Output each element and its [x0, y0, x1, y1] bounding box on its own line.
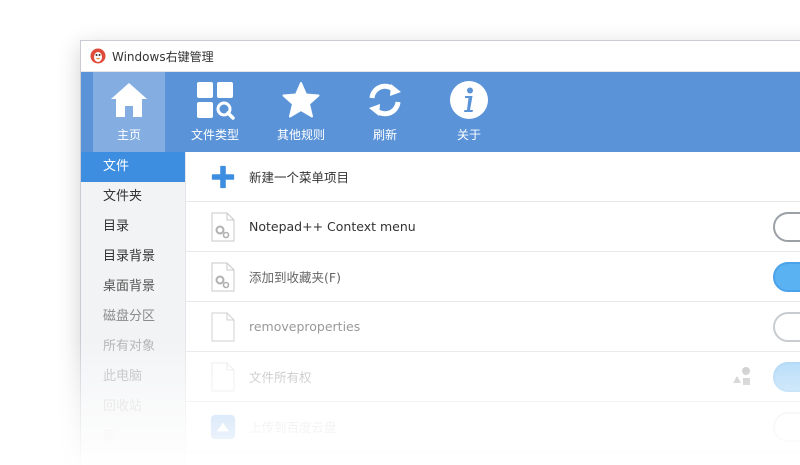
info-icon: [449, 80, 489, 120]
toolbar: 主页 文件类型 其他规则 刷新 关于: [81, 72, 800, 152]
enable-toggle[interactable]: [773, 262, 800, 292]
home-icon: [109, 80, 149, 120]
baidu-cloud-icon: [210, 412, 236, 442]
sidebar-item-recycle-bin[interactable]: 回收站: [81, 392, 185, 422]
plus-icon: [210, 162, 236, 192]
menu-item-label: 文件所有权: [249, 370, 312, 385]
sidebar: 文件 文件夹 目录 目录背景 桌面背景 磁盘分区 所有对象 此电脑 回收站 库: [81, 152, 186, 465]
sidebar-item-directory[interactable]: 目录: [81, 212, 185, 242]
toolbar-file-types-label: 文件类型: [190, 128, 239, 142]
sidebar-item-library[interactable]: 库: [81, 422, 185, 452]
toolbar-home-label: 主页: [116, 128, 141, 142]
menu-item-label: 上传到百度云盘: [249, 420, 337, 435]
toolbar-file-types-button[interactable]: 文件类型: [177, 72, 253, 152]
content-area: 文件 文件夹 目录 目录背景 桌面背景 磁盘分区 所有对象 此电脑 回收站 库 …: [81, 152, 800, 465]
toolbar-other-rules-button[interactable]: 其他规则: [265, 72, 337, 152]
enable-toggle[interactable]: [773, 362, 800, 392]
refresh-icon: [365, 80, 405, 120]
list-item: removeproperties: [186, 302, 800, 352]
gear-file-icon: [210, 212, 236, 242]
menu-item-label: removeproperties: [249, 319, 361, 334]
new-menu-item-row[interactable]: 新建一个菜单项目: [186, 152, 800, 202]
blank-file-icon: [210, 312, 236, 342]
enable-toggle[interactable]: [773, 212, 800, 242]
toolbar-other-rules-label: 其他规则: [276, 128, 325, 142]
blank-file-icon: [210, 362, 236, 392]
sidebar-item-desktop-background[interactable]: 桌面背景: [81, 272, 185, 302]
toolbar-home-button[interactable]: 主页: [93, 72, 165, 152]
enable-toggle[interactable]: [773, 312, 800, 342]
menu-item-label: 添加到收藏夹(F): [249, 270, 341, 285]
list-item: 上传到百度云盘: [186, 402, 800, 452]
file-type-search-icon: [195, 80, 235, 120]
enable-toggle[interactable]: [773, 412, 800, 442]
menu-item-list: 新建一个菜单项目 Notepad++ Context menu 添加到收藏夹(F…: [186, 152, 800, 465]
list-item: Notepad++ Context menu: [186, 202, 800, 252]
gear-file-icon: [210, 262, 236, 292]
list-item: 添加到收藏夹(F): [186, 252, 800, 302]
shapes-icon: [733, 367, 750, 385]
title-bar: Windows右键管理: [81, 41, 800, 72]
sidebar-item-file[interactable]: 文件: [81, 152, 185, 182]
list-item: 文件所有权: [186, 352, 800, 402]
star-icon: [281, 80, 321, 120]
window-title: Windows右键管理: [112, 49, 214, 64]
toolbar-about-label: 关于: [456, 128, 481, 142]
new-menu-item-label: 新建一个菜单项目: [249, 170, 350, 185]
app-window: Windows右键管理 主页 文件类型 其他规则 刷新 关于 文件 文件夹 目录…: [80, 40, 800, 465]
sidebar-item-all-objects[interactable]: 所有对象: [81, 332, 185, 362]
sidebar-item-this-pc[interactable]: 此电脑: [81, 362, 185, 392]
menu-item-label: Notepad++ Context menu: [249, 219, 416, 234]
sidebar-item-disk-partition[interactable]: 磁盘分区: [81, 302, 185, 332]
sidebar-item-folder[interactable]: 文件夹: [81, 182, 185, 212]
sidebar-item-directory-background[interactable]: 目录背景: [81, 242, 185, 272]
app-logo-icon: [90, 48, 106, 64]
toolbar-about-button[interactable]: 关于: [433, 72, 505, 152]
toolbar-refresh-label: 刷新: [372, 128, 397, 142]
toolbar-refresh-button[interactable]: 刷新: [349, 72, 421, 152]
